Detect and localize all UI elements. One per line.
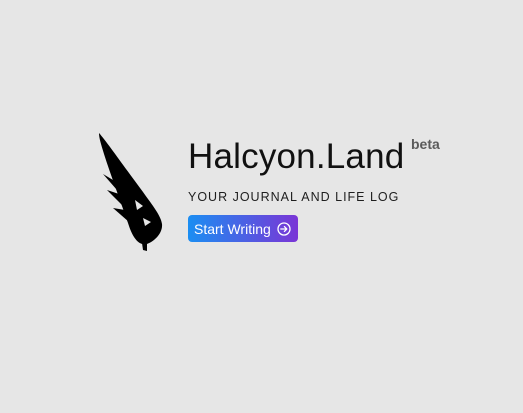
- landing-page: Halcyon.Land beta YOUR JOURNAL AND LIFE …: [0, 0, 523, 413]
- start-writing-label: Start Writing: [194, 220, 271, 237]
- beta-badge: beta: [411, 136, 440, 152]
- title-row: Halcyon.Land beta: [188, 134, 440, 180]
- start-writing-button[interactable]: Start Writing: [188, 215, 298, 242]
- app-title: Halcyon.Land: [188, 137, 405, 176]
- arrow-right-circle-icon: [277, 221, 291, 236]
- quill-feather-icon: [95, 130, 167, 252]
- tagline: YOUR JOURNAL AND LIFE LOG: [188, 190, 400, 204]
- brand-block: Halcyon.Land beta YOUR JOURNAL AND LIFE …: [188, 134, 440, 242]
